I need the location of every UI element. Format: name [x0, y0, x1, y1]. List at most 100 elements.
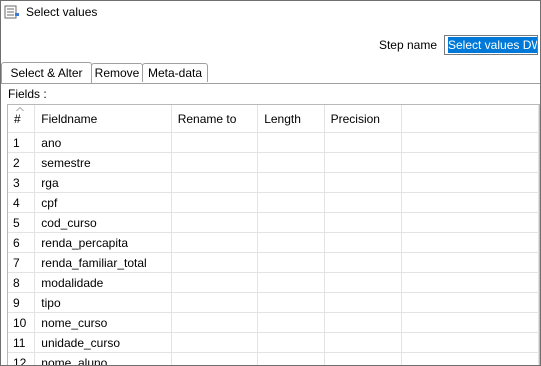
table-row[interactable]: 12 nome_aluno [8, 352, 539, 365]
empty-cell [401, 212, 539, 233]
window-title: Select values [26, 5, 98, 19]
table-row[interactable]: 3 rga [8, 172, 539, 193]
table-row[interactable]: 8 modalidade [8, 272, 539, 293]
rename-to-cell[interactable] [171, 292, 259, 313]
length-cell[interactable] [257, 312, 325, 333]
fieldname-cell[interactable]: rga [34, 172, 172, 193]
rename-to-cell[interactable] [171, 152, 259, 173]
row-number: 2 [8, 152, 36, 173]
tab-meta-data[interactable]: Meta-data [142, 63, 208, 82]
precision-cell[interactable] [324, 152, 403, 173]
fieldname-cell[interactable]: ano [34, 132, 172, 153]
precision-cell[interactable] [324, 272, 403, 293]
fieldname-cell[interactable]: nome_curso [34, 312, 172, 333]
column-header-empty [401, 105, 539, 133]
empty-cell [401, 292, 539, 313]
column-header-number[interactable]: # [8, 105, 36, 133]
rename-to-cell[interactable] [171, 352, 259, 365]
table-row[interactable]: 5 cod_curso [8, 212, 539, 233]
precision-cell[interactable] [324, 252, 403, 273]
rename-to-cell[interactable] [171, 272, 259, 293]
fieldname-cell[interactable]: renda_percapita [34, 232, 172, 253]
fieldname-cell[interactable]: unidade_curso [34, 332, 172, 353]
table-row[interactable]: 7 renda_familiar_total [8, 252, 539, 273]
precision-cell[interactable] [324, 132, 403, 153]
rename-to-cell[interactable] [171, 212, 259, 233]
column-header-length[interactable]: Length [257, 105, 325, 133]
length-cell[interactable] [257, 272, 325, 293]
rename-to-cell[interactable] [171, 132, 259, 153]
length-cell[interactable] [257, 332, 325, 353]
empty-cell [401, 352, 539, 365]
length-cell[interactable] [257, 252, 325, 273]
precision-cell[interactable] [324, 192, 403, 213]
fieldname-cell[interactable]: renda_familiar_total [34, 252, 172, 273]
row-number: 7 [8, 252, 36, 273]
step-name-label: Step name [378, 38, 437, 52]
length-cell[interactable] [257, 132, 325, 153]
rename-to-cell[interactable] [171, 192, 259, 213]
length-cell[interactable] [257, 292, 325, 313]
tab-select-alter[interactable]: Select & Alter [1, 62, 92, 83]
column-header-number-label: # [14, 111, 21, 126]
precision-cell[interactable] [324, 292, 403, 313]
table-row[interactable]: 2 semestre [8, 152, 539, 173]
row-number: 1 [8, 132, 36, 153]
empty-cell [401, 172, 539, 193]
empty-cell [401, 312, 539, 333]
column-header-fieldname[interactable]: Fieldname [34, 105, 172, 133]
dialog-window: Select values Step name Select values DW… [0, 0, 541, 366]
precision-cell[interactable] [324, 232, 403, 253]
table-row[interactable]: 1 ano [8, 132, 539, 153]
empty-cell [401, 132, 539, 153]
fields-label: Fields : [8, 87, 47, 101]
row-number: 6 [8, 232, 36, 253]
fieldname-cell[interactable]: tipo [34, 292, 172, 313]
step-name-row: Step name Select values DW [379, 35, 538, 55]
row-number: 3 [8, 172, 36, 193]
fieldname-cell[interactable]: cod_curso [34, 212, 172, 233]
row-number: 12 [8, 352, 36, 365]
length-cell[interactable] [257, 212, 325, 233]
length-cell[interactable] [257, 232, 325, 253]
empty-cell [401, 332, 539, 353]
precision-cell[interactable] [324, 172, 403, 193]
column-header-rename-to[interactable]: Rename to [171, 105, 259, 133]
empty-cell [401, 252, 539, 273]
length-cell[interactable] [257, 192, 325, 213]
precision-cell[interactable] [324, 312, 403, 333]
table-row[interactable]: 6 renda_percapita [8, 232, 539, 253]
rename-to-cell[interactable] [171, 252, 259, 273]
row-number: 11 [8, 332, 36, 353]
row-number: 4 [8, 192, 36, 213]
rename-to-cell[interactable] [171, 232, 259, 253]
empty-cell [401, 232, 539, 253]
select-values-step-icon [4, 4, 20, 20]
rename-to-cell[interactable] [171, 312, 259, 333]
tab-remove[interactable]: Remove [91, 63, 143, 82]
precision-cell[interactable] [324, 332, 403, 353]
fieldname-cell[interactable]: semestre [34, 152, 172, 173]
table-header-row: # Fieldname Rename to Length Precision [8, 105, 539, 133]
tab-bar: Select & Alter Remove Meta-data [1, 62, 540, 84]
step-name-input[interactable]: Select values DW [444, 35, 538, 55]
fields-table: # Fieldname Rename to Length Precision 1… [7, 104, 540, 365]
length-cell[interactable] [257, 172, 325, 193]
row-number: 5 [8, 212, 36, 233]
column-header-precision[interactable]: Precision [324, 105, 403, 133]
length-cell[interactable] [257, 352, 325, 365]
fieldname-cell[interactable]: nome_aluno [34, 352, 172, 365]
precision-cell[interactable] [324, 212, 403, 233]
precision-cell[interactable] [324, 352, 403, 365]
length-cell[interactable] [257, 152, 325, 173]
empty-cell [401, 152, 539, 173]
fieldname-cell[interactable]: cpf [34, 192, 172, 213]
fieldname-cell[interactable]: modalidade [34, 272, 172, 293]
table-row[interactable]: 10 nome_curso [8, 312, 539, 333]
table-row[interactable]: 4 cpf [8, 192, 539, 213]
rename-to-cell[interactable] [171, 332, 259, 353]
rename-to-cell[interactable] [171, 172, 259, 193]
table-row[interactable]: 11 unidade_curso [8, 332, 539, 353]
empty-cell [401, 272, 539, 293]
table-row[interactable]: 9 tipo [8, 292, 539, 313]
